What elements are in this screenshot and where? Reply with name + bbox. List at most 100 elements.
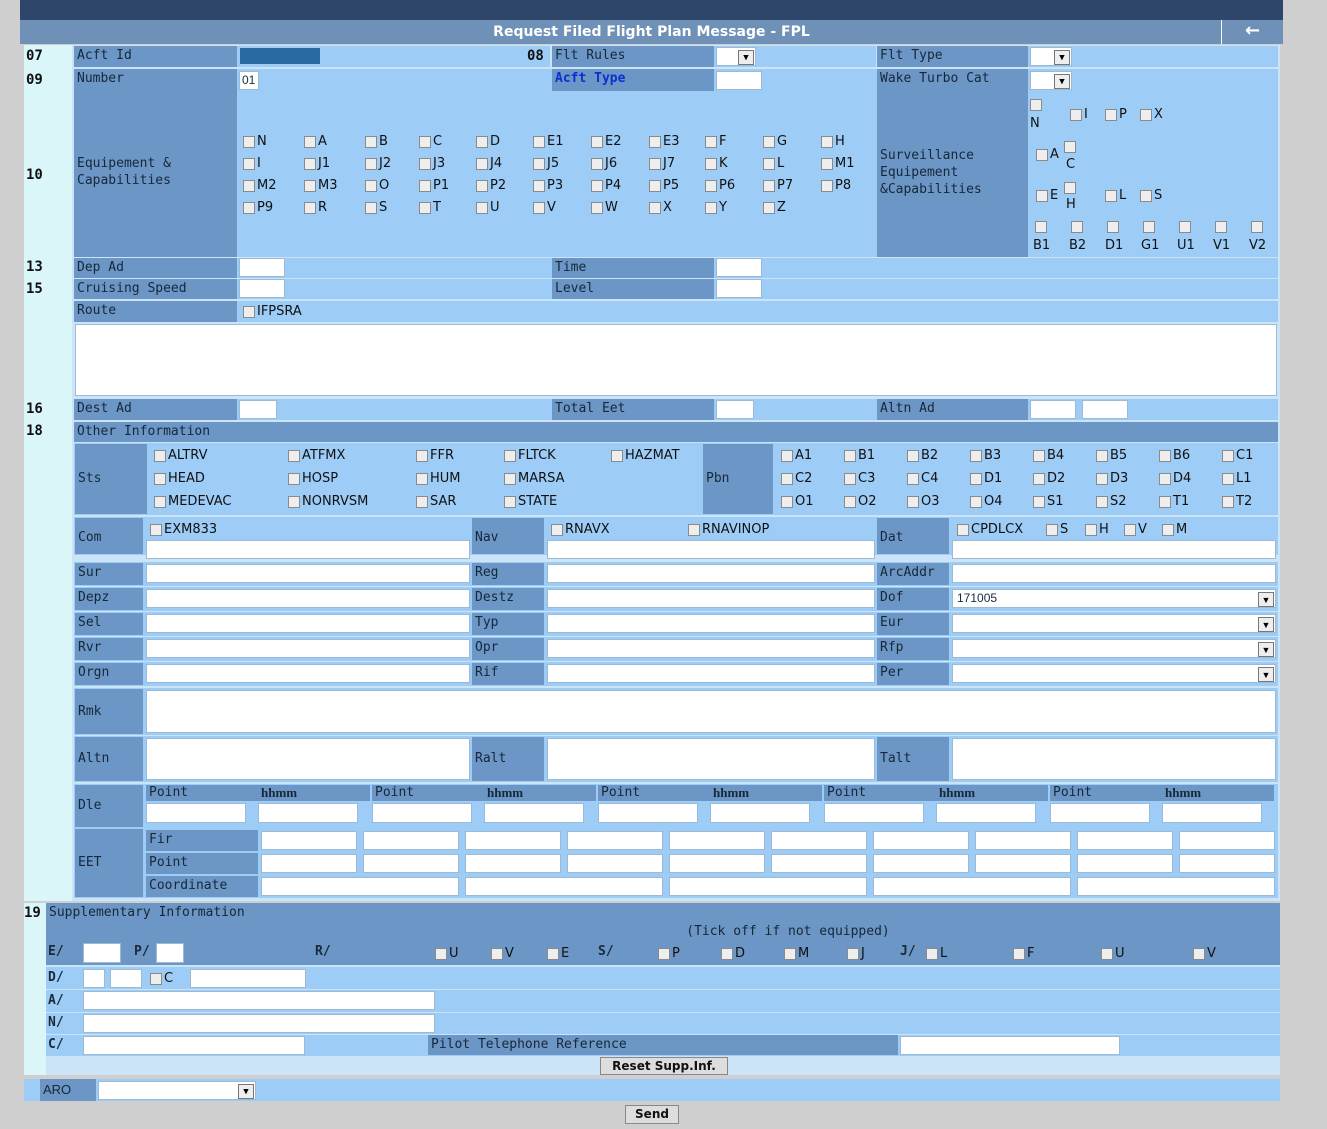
coordinate-input[interactable] (1077, 877, 1275, 896)
equip-j1-option[interactable]: J1 (304, 156, 330, 171)
j-u-checkbox[interactable] (1101, 947, 1113, 960)
d-option[interactable]: C (150, 971, 173, 986)
depz-input[interactable] (146, 589, 470, 608)
n-input[interactable] (83, 1014, 435, 1033)
equip-r-checkbox[interactable] (304, 201, 316, 214)
pbn-s2-option[interactable]: S2 (1096, 494, 1127, 509)
d-input-3[interactable] (190, 969, 306, 988)
equip-j7-checkbox[interactable] (649, 157, 661, 170)
s-m-option[interactable]: M (784, 946, 809, 961)
rif-input[interactable] (547, 664, 875, 683)
dat-h-option[interactable]: H (1085, 522, 1109, 537)
dle-hhmm-input[interactable] (1162, 803, 1262, 823)
pbn-d4-option[interactable]: D4 (1159, 471, 1191, 486)
j-l-checkbox[interactable] (926, 947, 938, 960)
pbn-d1-option[interactable]: D1 (970, 471, 1002, 486)
equip-x-option[interactable]: X (649, 200, 672, 215)
pbn-o3-checkbox[interactable] (907, 495, 919, 508)
s-p-checkbox[interactable] (658, 947, 670, 960)
nav-option[interactable]: RNAVINOP (688, 522, 769, 537)
dat-s-checkbox[interactable] (1046, 523, 1058, 536)
equip-t-option[interactable]: T (419, 200, 441, 215)
sts-state-option[interactable]: STATE (504, 494, 557, 509)
ifpsra-option[interactable]: IFPSRA (243, 304, 302, 319)
sts-altrv-option[interactable]: ALTRV (154, 448, 208, 463)
fir-input[interactable] (567, 831, 663, 850)
equip-p7-checkbox[interactable] (763, 179, 775, 192)
equip-p8-option[interactable]: P8 (821, 178, 851, 193)
sts-altrv-checkbox[interactable] (154, 449, 166, 462)
flt-type-select[interactable]: ▼ (1030, 47, 1072, 66)
s-j-checkbox[interactable] (847, 947, 859, 960)
equip-s-option[interactable]: S (365, 200, 387, 215)
equip-m2-option[interactable]: M2 (243, 178, 277, 193)
time-input[interactable] (716, 258, 762, 277)
equip-j3-option[interactable]: J3 (419, 156, 445, 171)
pbn-b5-checkbox[interactable] (1096, 449, 1108, 462)
s-d-option[interactable]: D (721, 946, 745, 961)
equip-m3-checkbox[interactable] (304, 179, 316, 192)
surv-h-checkbox[interactable] (1064, 181, 1076, 194)
equip-k-option[interactable]: K (705, 156, 728, 171)
surv-v2-option[interactable] (1251, 219, 1265, 234)
pbn-d4-checkbox[interactable] (1159, 472, 1171, 485)
equip-p3-option[interactable]: P3 (533, 178, 563, 193)
equip-e2-checkbox[interactable] (591, 135, 603, 148)
sts-atfmx-checkbox[interactable] (288, 449, 300, 462)
equip-b-option[interactable]: B (365, 134, 388, 149)
c-input[interactable] (83, 1036, 305, 1055)
surv-p-checkbox[interactable] (1105, 108, 1117, 121)
equip-j6-option[interactable]: J6 (591, 156, 617, 171)
pbn-d3-option[interactable]: D3 (1096, 471, 1128, 486)
equip-p2-checkbox[interactable] (476, 179, 488, 192)
number-input[interactable]: 01 (239, 71, 259, 90)
equip-j3-checkbox[interactable] (419, 157, 431, 170)
pbn-b3-option[interactable]: B3 (970, 448, 1001, 463)
point-input[interactable] (261, 854, 357, 873)
equip-w-option[interactable]: W (591, 200, 618, 215)
equip-a-option[interactable]: A (304, 134, 327, 149)
altn-ad-input-1[interactable] (1030, 400, 1076, 419)
surv-l-option[interactable]: L (1105, 188, 1126, 203)
pbn-t2-checkbox[interactable] (1222, 495, 1234, 508)
point-input[interactable] (873, 854, 969, 873)
pbn-s2-checkbox[interactable] (1096, 495, 1108, 508)
altn-ad-input-2[interactable] (1082, 400, 1128, 419)
sts-hum-option[interactable]: HUM (416, 471, 461, 486)
dle-point-input[interactable] (598, 803, 698, 823)
equip-e3-checkbox[interactable] (649, 135, 661, 148)
dest-ad-input[interactable] (239, 400, 277, 419)
equip-g-checkbox[interactable] (763, 135, 775, 148)
sts-marsa-checkbox[interactable] (504, 472, 516, 485)
point-input[interactable] (1077, 854, 1173, 873)
surv-x-option[interactable]: X (1140, 107, 1163, 122)
fir-input[interactable] (1077, 831, 1173, 850)
pbn-t1-option[interactable]: T1 (1159, 494, 1189, 509)
pbn-c1-checkbox[interactable] (1222, 449, 1234, 462)
pbn-b3-checkbox[interactable] (970, 449, 982, 462)
equip-z-checkbox[interactable] (763, 201, 775, 214)
equip-p1-option[interactable]: P1 (419, 178, 449, 193)
fir-input[interactable] (669, 831, 765, 850)
opr-input[interactable] (547, 639, 875, 658)
sts-state-checkbox[interactable] (504, 495, 516, 508)
equip-m2-checkbox[interactable] (243, 179, 255, 192)
equip-t-checkbox[interactable] (419, 201, 431, 214)
pbn-c3-checkbox[interactable] (844, 472, 856, 485)
equip-v-checkbox[interactable] (533, 201, 545, 214)
sts-medevac-checkbox[interactable] (154, 495, 166, 508)
r-v-checkbox[interactable] (491, 947, 503, 960)
sur-input[interactable] (146, 564, 470, 583)
j-v-option[interactable]: V (1193, 946, 1216, 961)
surv-a-checkbox[interactable] (1036, 148, 1048, 161)
equip-p5-checkbox[interactable] (649, 179, 661, 192)
dle-hhmm-input[interactable] (710, 803, 810, 823)
arcaddr-input[interactable] (952, 564, 1276, 583)
sts-hosp-checkbox[interactable] (288, 472, 300, 485)
equip-p6-option[interactable]: P6 (705, 178, 735, 193)
equip-j7-option[interactable]: J7 (649, 156, 675, 171)
destz-input[interactable] (547, 589, 875, 608)
acft-type-input[interactable] (716, 71, 762, 90)
surv-i-checkbox[interactable] (1070, 108, 1082, 121)
fir-input[interactable] (975, 831, 1071, 850)
